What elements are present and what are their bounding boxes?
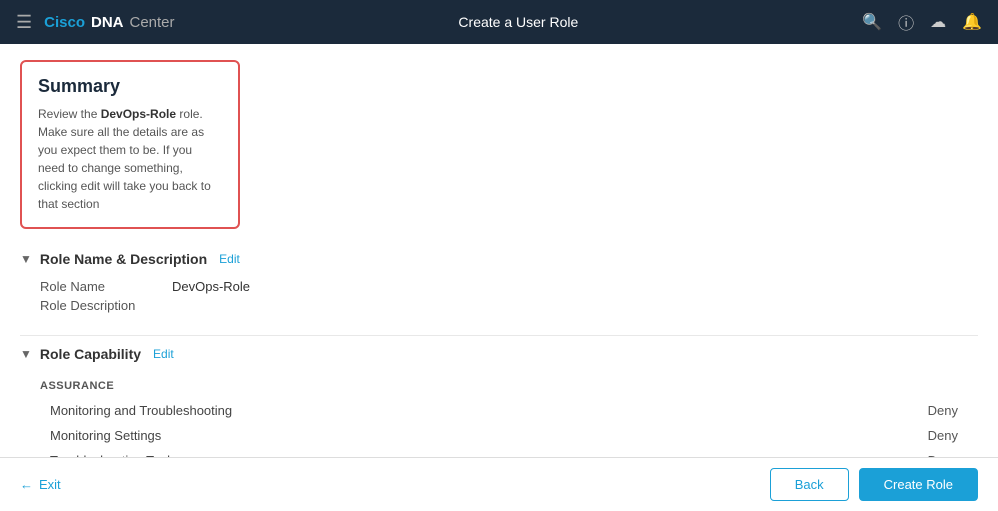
role-description-label: Role Description — [40, 298, 160, 313]
footer-actions: Back Create Role — [770, 468, 978, 501]
header-icons: 🔍 ⓘ ☁ 🔔 — [862, 10, 982, 34]
summary-card: Summary Review the DevOps-Role role. Mak… — [20, 60, 240, 229]
summary-description: Review the DevOps-Role role. Make sure a… — [38, 105, 222, 213]
summary-desc-suffix: role. Make sure all the details are as y… — [38, 107, 211, 211]
summary-desc-prefix: Review the — [38, 107, 101, 121]
section-capability-title: Role Capability — [40, 346, 141, 362]
bell-icon[interactable]: 🔔 — [962, 12, 982, 32]
capability-edit-link[interactable]: Edit — [153, 347, 174, 361]
header-brand: Cisco DNA Center — [44, 14, 174, 31]
header-left: ☰ Cisco DNA Center — [16, 12, 175, 33]
section-capability-header[interactable]: ▼ Role Capability Edit — [20, 336, 978, 370]
cap-value-0-1: Deny — [928, 428, 958, 443]
role-info: Role Name DevOps-Role Role Description — [20, 275, 978, 327]
exit-icon: ← — [20, 477, 33, 492]
footer: ← Exit Back Create Role — [0, 457, 998, 511]
role-name-value: DevOps-Role — [172, 279, 250, 294]
group-assurance-title: ASSURANCE — [20, 370, 978, 398]
summary-title: Summary — [38, 76, 222, 97]
role-edit-link[interactable]: Edit — [219, 252, 240, 266]
section-role-title: Role Name & Description — [40, 251, 207, 267]
section-role-header[interactable]: ▼ Role Name & Description Edit — [20, 241, 978, 275]
cloud-icon[interactable]: ☁ — [930, 12, 946, 32]
role-name-row: Role Name DevOps-Role — [40, 279, 958, 294]
cap-name-0-0: Monitoring and Troubleshooting — [50, 403, 232, 418]
capability-troubleshooting-tools: Troubleshooting Tools Deny — [20, 448, 978, 457]
summary-role-name: DevOps-Role — [101, 107, 176, 121]
section-role-name: ▼ Role Name & Description Edit Role Name… — [20, 241, 978, 336]
cap-name-0-1: Monitoring Settings — [50, 428, 161, 443]
capability-monitoring-settings: Monitoring Settings Deny — [20, 423, 978, 448]
help-icon[interactable]: ⓘ — [898, 10, 914, 34]
capability-monitoring-troubleshooting: Monitoring and Troubleshooting Deny — [20, 398, 978, 423]
brand-cisco: Cisco — [44, 14, 85, 31]
capability-collapse-icon: ▼ — [20, 347, 32, 361]
role-description-row: Role Description — [40, 298, 958, 313]
main-content: Summary Review the DevOps-Role role. Mak… — [0, 44, 998, 457]
page-title: Create a User Role — [458, 14, 578, 30]
role-name-label: Role Name — [40, 279, 160, 294]
menu-icon[interactable]: ☰ — [16, 12, 32, 33]
brand-center: Center — [130, 14, 175, 31]
cap-value-0-0: Deny — [928, 403, 958, 418]
search-icon[interactable]: 🔍 — [862, 12, 882, 32]
section-capability: ▼ Role Capability Edit ASSURANCE Monitor… — [20, 336, 978, 457]
back-button[interactable]: Back — [770, 468, 849, 501]
exit-label: Exit — [39, 477, 61, 492]
brand-dna: DNA — [91, 14, 124, 31]
collapse-icon: ▼ — [20, 252, 32, 266]
exit-button[interactable]: ← Exit — [20, 477, 61, 492]
create-role-button[interactable]: Create Role — [859, 468, 978, 501]
header: ☰ Cisco DNA Center Create a User Role 🔍 … — [0, 0, 998, 44]
scrollable-content[interactable]: ▼ Role Name & Description Edit Role Name… — [0, 241, 998, 457]
